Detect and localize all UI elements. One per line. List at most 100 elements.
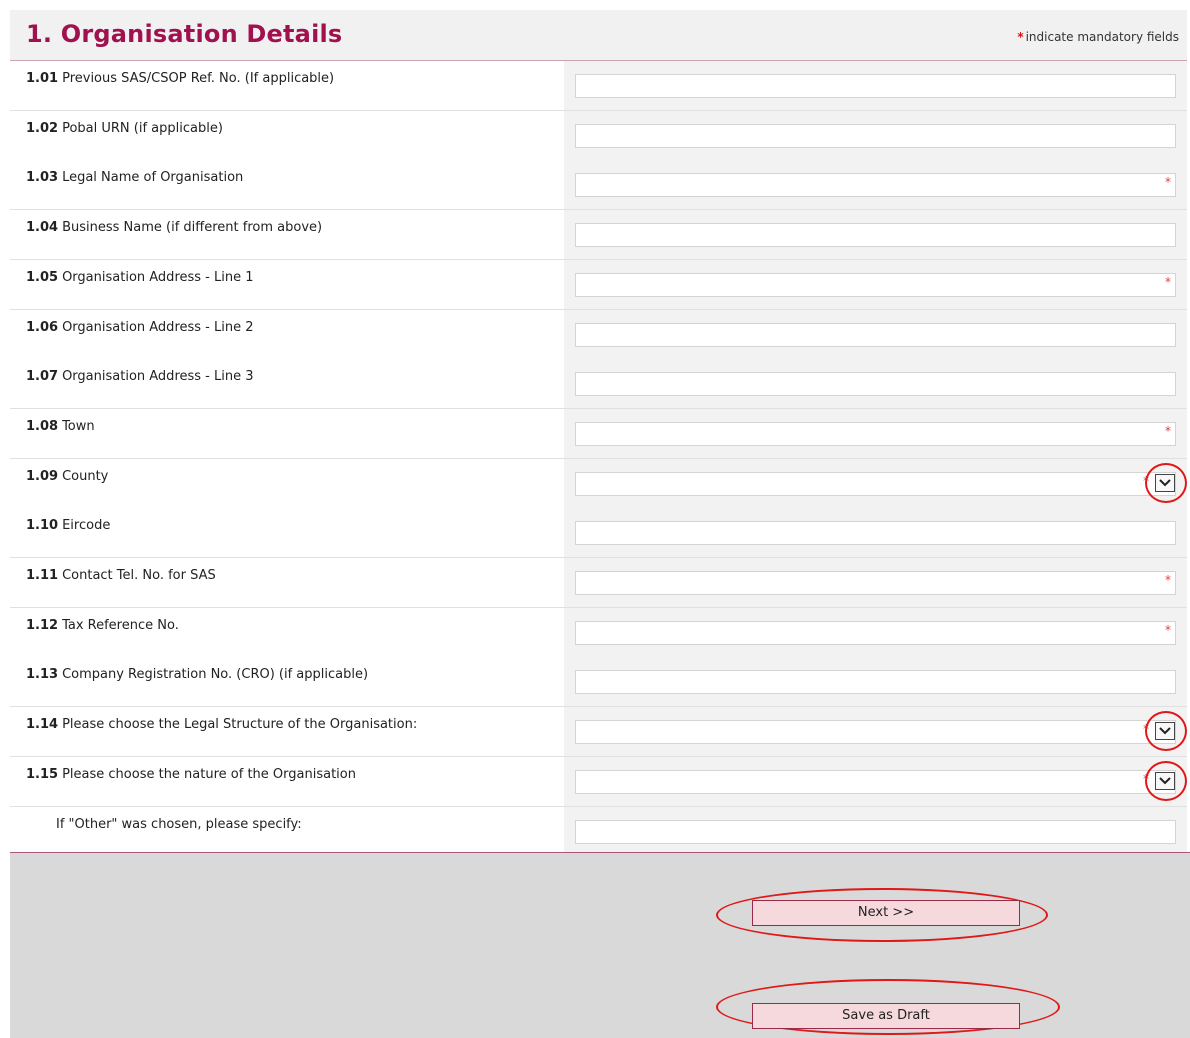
select-field[interactable] — [575, 770, 1176, 794]
required-marker: * — [1165, 275, 1171, 289]
required-marker: * — [1165, 424, 1171, 438]
field-label-text: County — [62, 469, 109, 484]
mandatory-star: * — [1017, 30, 1024, 44]
required-marker: * — [1165, 175, 1171, 189]
field-input-cell — [564, 807, 1187, 856]
field-label: 1.08 Town — [26, 419, 95, 434]
field-label: 1.15 Please choose the nature of the Orga… — [26, 767, 356, 782]
text-field[interactable] — [575, 273, 1176, 297]
field-label-cell: 1.05 Organisation Address - Line 1 — [10, 260, 564, 309]
field-label-cell: 1.01 Previous SAS/CSOP Ref. No. (If appli… — [10, 61, 564, 110]
field-label: 1.07 Organisation Address - Line 3 — [26, 369, 254, 384]
dropdown-button[interactable] — [1155, 722, 1175, 740]
field-label-cell: 1.13 Company Registration No. (CRO) (if a… — [10, 657, 564, 706]
text-field[interactable] — [575, 422, 1176, 446]
field-label: 1.09 County — [26, 469, 108, 484]
field-label: 1.04 Business Name (if different from abo… — [26, 220, 322, 235]
field-label-text: Town — [62, 419, 95, 434]
text-field[interactable] — [575, 173, 1176, 197]
select-field[interactable] — [575, 472, 1176, 496]
mandatory-note-text: indicate mandatory fields — [1025, 30, 1179, 44]
field-input-cell — [564, 359, 1187, 408]
field-label: 1.05 Organisation Address - Line 1 — [26, 270, 254, 285]
text-field[interactable] — [575, 521, 1176, 545]
field-number: 1.14 — [26, 717, 59, 732]
field-label-cell: If "Other" was chosen, please specify: — [10, 807, 564, 856]
next-button[interactable]: Next >> — [752, 900, 1020, 926]
text-field[interactable] — [575, 223, 1176, 247]
field-input-cell — [564, 61, 1187, 110]
dropdown-button[interactable] — [1155, 772, 1175, 790]
required-marker: * — [1165, 573, 1171, 587]
section-header: 1. Organisation Details * indicate mandat… — [10, 10, 1187, 61]
field-input-cell: * — [564, 459, 1187, 508]
field-number: 1.15 — [26, 767, 59, 782]
select-field[interactable] — [575, 720, 1176, 744]
field-label-text: Tax Reference No. — [62, 618, 179, 633]
text-field[interactable] — [575, 372, 1176, 396]
field-input-cell: * — [564, 757, 1187, 806]
form-row: 1.06 Organisation Address - Line 2 — [10, 310, 1187, 360]
text-field[interactable] — [575, 323, 1176, 347]
form-row: 1.10 Eircode — [10, 508, 1187, 558]
field-number: 1.02 — [26, 121, 59, 136]
field-number: 1.01 — [26, 71, 59, 86]
field-label: 1.02 Pobal URN (if applicable) — [26, 121, 223, 136]
form-row: 1.07 Organisation Address - Line 3 — [10, 359, 1187, 409]
form-row: 1.15 Please choose the nature of the Orga… — [10, 757, 1187, 807]
field-input-cell — [564, 657, 1187, 706]
field-label-cell: 1.14 Please choose the Legal Structure of… — [10, 707, 564, 756]
field-label-text: Please choose the Legal Structure of the… — [62, 717, 418, 732]
field-label-cell: 1.10 Eircode — [10, 508, 564, 557]
field-number: 1.10 — [26, 518, 59, 533]
dropdown-button[interactable] — [1155, 474, 1175, 492]
field-label: 1.03 Legal Name of Organisation — [26, 170, 243, 185]
field-number: 1.06 — [26, 320, 59, 335]
field-input-cell — [564, 111, 1187, 160]
field-input-cell: * — [564, 160, 1187, 209]
field-input-cell: * — [564, 558, 1187, 607]
field-label: 1.12 Tax Reference No. — [26, 618, 179, 633]
field-label: 1.06 Organisation Address - Line 2 — [26, 320, 254, 335]
text-field[interactable] — [575, 74, 1176, 98]
chevron-down-icon — [1159, 777, 1171, 785]
field-label-text: Organisation Address - Line 1 — [62, 270, 254, 285]
field-input-cell — [564, 310, 1187, 359]
field-label: 1.11 Contact Tel. No. for SAS — [26, 568, 216, 583]
field-label-text: Organisation Address - Line 3 — [62, 369, 254, 384]
field-label-text: Company Registration No. (CRO) (if appli… — [62, 667, 369, 682]
field-label-cell: 1.15 Please choose the nature of the Orga… — [10, 757, 564, 806]
field-label: 1.14 Please choose the Legal Structure of… — [26, 717, 417, 732]
form-row: 1.04 Business Name (if different from abo… — [10, 210, 1187, 260]
form-row: 1.02 Pobal URN (if applicable) — [10, 111, 1187, 161]
field-label: 1.13 Company Registration No. (CRO) (if a… — [26, 667, 368, 682]
field-number: 1.03 — [26, 170, 59, 185]
field-label-text: Please choose the nature of the Organisa… — [62, 767, 356, 782]
text-field[interactable] — [575, 124, 1176, 148]
field-input-cell — [564, 210, 1187, 259]
text-field[interactable] — [575, 820, 1176, 844]
required-marker: * — [1143, 772, 1149, 786]
text-field[interactable] — [575, 571, 1176, 595]
field-number: 1.08 — [26, 419, 59, 434]
field-input-cell: * — [564, 707, 1187, 756]
save-draft-button[interactable]: Save as Draft — [752, 1003, 1020, 1029]
text-field[interactable] — [575, 670, 1176, 694]
form-row: 1.01 Previous SAS/CSOP Ref. No. (If appli… — [10, 61, 1187, 111]
field-label-cell: 1.06 Organisation Address - Line 2 — [10, 310, 564, 359]
mandatory-note: * indicate mandatory fields — [1017, 30, 1179, 44]
page-title: 1. Organisation Details — [26, 20, 343, 48]
field-number: 1.05 — [26, 270, 59, 285]
field-number: 1.07 — [26, 369, 59, 384]
form-row: 1.08 Town * — [10, 409, 1187, 459]
field-label-cell: 1.12 Tax Reference No. — [10, 608, 564, 657]
form-row: If "Other" was chosen, please specify: — [10, 807, 1187, 857]
form-row: 1.11 Contact Tel. No. for SAS * — [10, 558, 1187, 608]
text-field[interactable] — [575, 621, 1176, 645]
field-input-cell: * — [564, 260, 1187, 309]
chevron-down-icon — [1159, 727, 1171, 735]
field-label-cell: 1.07 Organisation Address - Line 3 — [10, 359, 564, 408]
field-label: 1.10 Eircode — [26, 518, 110, 533]
form-row: 1.13 Company Registration No. (CRO) (if a… — [10, 657, 1187, 707]
required-marker: * — [1165, 623, 1171, 637]
